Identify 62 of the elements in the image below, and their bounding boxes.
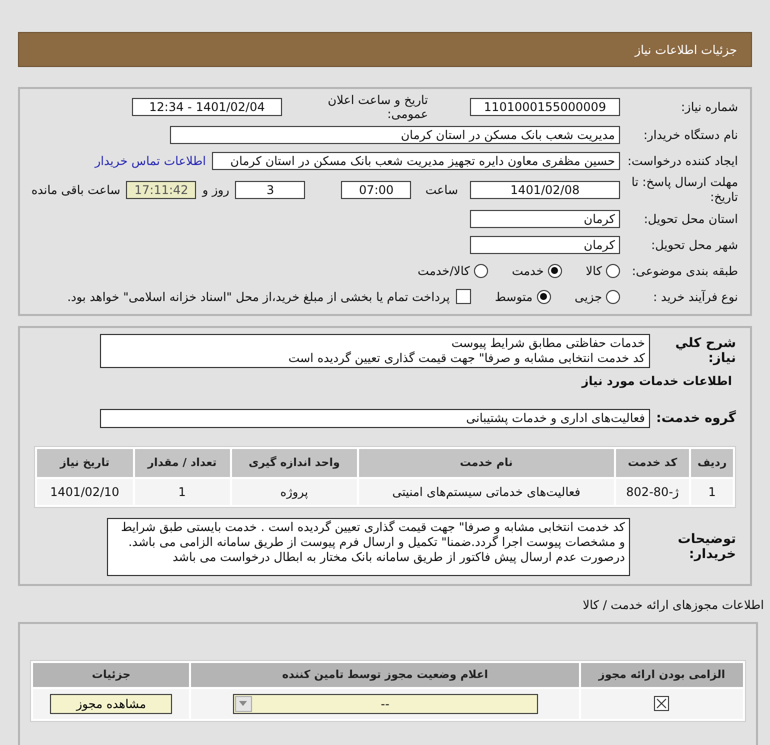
radio-button[interactable] <box>606 290 620 304</box>
table-cell: 1401/02/10 <box>37 478 132 505</box>
deadline-date-field: 1401/02/08 <box>470 180 620 199</box>
field-label: مهلت ارسال پاسخ: تا تاریخ: <box>630 175 738 204</box>
need-number-field: 1101000155000009 <box>470 98 620 116</box>
field-label: ایجاد کننده درخواست: <box>626 154 738 168</box>
section-title: اطلاعات مجوزهای ارائه خدمت / کالا <box>582 596 765 614</box>
column-header: جزئیات <box>33 662 190 687</box>
radio-label: خدمت <box>512 264 544 278</box>
column-header: کد خدمت <box>616 448 690 477</box>
announce-date-field: 1401/02/04 - 12:34 <box>132 98 282 116</box>
radio-button[interactable] <box>474 264 488 278</box>
table-cell: 1 <box>691 478 733 505</box>
radio-button[interactable] <box>536 290 551 304</box>
radio-label: متوسط <box>494 290 533 304</box>
checkbox-label: پرداخت تمام یا بخشی از مبلغ خرید،از محل "اسناد خزانه اسلامی" خواهد بود. <box>67 290 450 304</box>
field-label: طبقه بندی موضوعی: <box>630 264 738 278</box>
column-header: واحد اندازه گیری <box>232 448 357 477</box>
view-permit-button[interactable]: مشاهده مجوز <box>50 694 172 714</box>
days-field: 3 <box>235 180 306 199</box>
days-label: روز و <box>202 182 230 197</box>
column-header: ردیف <box>691 448 733 477</box>
column-header: اعلام وضعیت مجوز توسط تامین کننده <box>191 662 579 687</box>
buyer-field: مدیریت شعب بانک مسکن در استان کرمان <box>170 126 620 144</box>
column-header: الزامی بودن ارائه مجوز <box>580 662 743 687</box>
table-cell: 1 <box>134 478 230 505</box>
time-field: 07:00 <box>341 180 412 199</box>
time-label: ساعت <box>425 182 458 197</box>
field-label: گروه خدمت: <box>656 411 736 426</box>
column-header: تعداد / مقدار <box>134 448 230 477</box>
checkbox[interactable] <box>654 696 670 711</box>
field-label: شرح کلي نياز: <box>674 336 736 366</box>
field-label: تاریخ و ساعت اعلان عمومی: <box>326 93 428 122</box>
description-field: خدمات حفاظتی مطابق شرایط پیوست کد خدمت انتخابی مشابه و صرفا" جهت قیمت گذاری تعیین گردیده است <box>100 334 650 368</box>
field-label: استان محل تحویل: <box>642 212 738 226</box>
remaining-time-field: 17:11:42 <box>126 180 196 199</box>
province-field: کرمان <box>470 210 620 228</box>
radio-label: کالا/خدمت <box>418 264 470 278</box>
field-label: شماره نیاز: <box>680 100 738 115</box>
checkbox[interactable] <box>456 289 471 304</box>
radio-button[interactable] <box>606 264 620 278</box>
creator-field: حسین مظفری معاون دایره تجهیز مدیریت شعب بانک مسکن در استان کرمان <box>212 152 620 170</box>
page-title: جزئیات اطلاعات نیاز <box>18 32 752 67</box>
status-dropdown[interactable]: -- <box>232 694 538 714</box>
radio-label: جزیی <box>574 290 602 304</box>
section-title: اطلاعات خدمات مورد نیاز <box>580 372 733 390</box>
remaining-label: ساعت باقی مانده <box>31 182 120 197</box>
table-cell: پروژه <box>232 478 357 505</box>
field-label: نوع فرآیند خرید : <box>652 290 738 304</box>
field-label: نام دستگاه خریدار: <box>642 128 738 142</box>
table-cell: فعالیت‌های خدماتی سیستم‌های امنیتی <box>358 478 614 505</box>
table-cell: ژ-80-802 <box>616 478 690 505</box>
city-field: کرمان <box>470 236 620 254</box>
field-label: شهر محل تحویل: <box>650 238 738 252</box>
contact-link[interactable]: اطلاعات تماس خریدار <box>94 154 206 168</box>
radio-label: کالا <box>586 264 602 278</box>
column-header: تاریخ نیاز <box>37 448 132 477</box>
buyer-notes-field: کد خدمت انتخابی مشابه و صرفا" جهت قیمت گذاری تعیین گردیده است . خدمت بایستی طبق شرایط و مشخصات پیوست اجرا گردد.ضمنا" تکمیل و ارسال فرم پیوست از طریق سامانه الزامی می باشد. درصورت عدم ارسال پیش فاکتور از طریق سامانه بانک مختار به ابطال درخواست می باشد <box>107 518 630 576</box>
column-header: نام خدمت <box>358 448 614 477</box>
radio-button[interactable] <box>548 264 562 278</box>
service-group-field: فعالیت‌های اداری و خدمات پشتیبانی <box>100 409 650 428</box>
field-label: توضیحات خریدار: <box>676 532 736 562</box>
